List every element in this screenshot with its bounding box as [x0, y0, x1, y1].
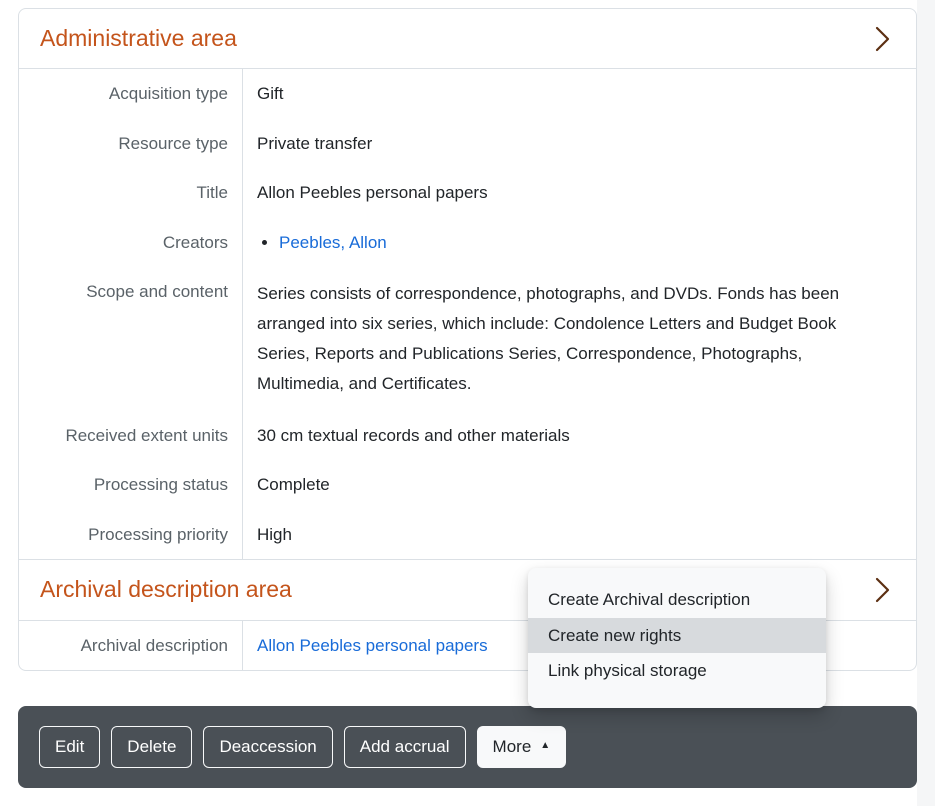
field-row-processing-priority: Processing priority High [19, 510, 916, 560]
field-label: Received extent units [19, 411, 242, 461]
add-accrual-button[interactable]: Add accrual [344, 726, 466, 768]
field-row-scope-and-content: Scope and content Series consists of cor… [19, 267, 916, 411]
more-actions-menu: Create Archival description Create new r… [528, 568, 826, 708]
creators-list: Peebles, Allon [257, 230, 902, 256]
field-label: Archival description [19, 621, 242, 671]
chevron-right-icon [875, 576, 890, 604]
field-value: Complete [242, 460, 916, 510]
field-label: Acquisition type [19, 69, 242, 119]
menu-item-create-new-rights[interactable]: Create new rights [528, 618, 826, 654]
chevron-right-icon [875, 25, 890, 53]
field-row-title: Title Allon Peebles personal papers [19, 168, 916, 218]
menu-item-create-archival-description[interactable]: Create Archival description [528, 582, 826, 618]
field-label: Scope and content [19, 267, 242, 411]
field-label: Processing priority [19, 510, 242, 560]
delete-button[interactable]: Delete [111, 726, 192, 768]
field-value: Gift [242, 69, 916, 119]
archival-description-link[interactable]: Allon Peebles personal papers [257, 636, 488, 655]
section-title-administrative-area: Administrative area [40, 22, 237, 55]
field-label: Resource type [19, 119, 242, 169]
field-row-received-extent-units: Received extent units 30 cm textual reco… [19, 411, 916, 461]
section-header-administrative-area[interactable]: Administrative area [19, 9, 916, 69]
administrative-fields: Acquisition type Gift Resource type Priv… [19, 69, 916, 559]
field-label: Title [19, 168, 242, 218]
creator-link[interactable]: Peebles, Allon [279, 233, 387, 252]
field-row-acquisition-type: Acquisition type Gift [19, 69, 916, 119]
menu-item-link-physical-storage[interactable]: Link physical storage [528, 653, 826, 689]
field-row-processing-status: Processing status Complete [19, 460, 916, 510]
actions-toolbar: Edit Delete Deaccession Add accrual More… [18, 706, 917, 788]
more-button[interactable]: More ▲ [477, 726, 567, 768]
caret-up-icon: ▲ [540, 741, 550, 751]
field-value: Peebles, Allon [242, 218, 916, 268]
field-value: High [242, 510, 916, 560]
field-value: 30 cm textual records and other material… [242, 411, 916, 461]
deaccession-button[interactable]: Deaccession [203, 726, 332, 768]
field-value: Series consists of correspondence, photo… [242, 267, 916, 411]
field-row-resource-type: Resource type Private transfer [19, 119, 916, 169]
right-gutter [917, 0, 935, 806]
field-value: Allon Peebles personal papers [242, 168, 916, 218]
scope-and-content-text: Series consists of correspondence, photo… [257, 279, 882, 399]
creator-list-item: Peebles, Allon [279, 230, 902, 256]
field-label: Processing status [19, 460, 242, 510]
field-label: Creators [19, 218, 242, 268]
field-value: Private transfer [242, 119, 916, 169]
edit-button[interactable]: Edit [39, 726, 100, 768]
more-button-label: More [493, 734, 532, 760]
section-title-archival-description-area: Archival description area [40, 573, 292, 606]
field-row-creators: Creators Peebles, Allon [19, 218, 916, 268]
